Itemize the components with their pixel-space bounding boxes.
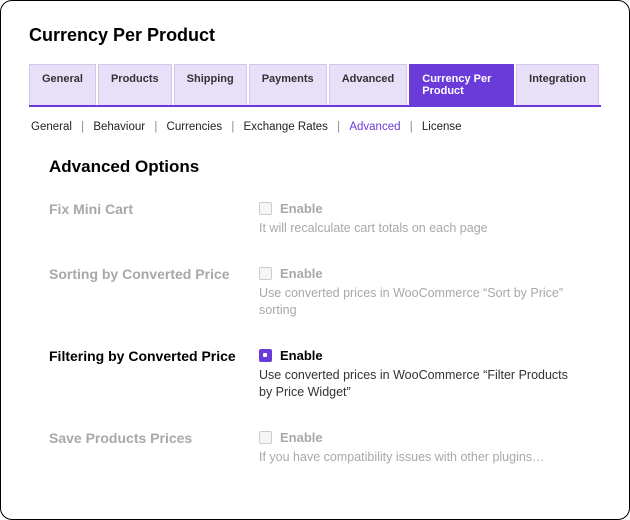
option-fix-mini-cart: Fix Mini Cart Enable It will recalculate… [49,201,601,238]
subnav: General | Behaviour | Currencies | Excha… [29,121,601,133]
option-sorting-converted-price: Sorting by Converted Price Enable Use co… [49,266,601,320]
page-title: Currency Per Product [29,25,601,46]
subnav-separator: | [154,121,157,133]
tab-payments[interactable]: Payments [249,64,327,105]
enable-label: Enable [280,266,323,281]
option-label: Filtering by Converted Price [49,348,259,364]
option-description: It will recalculate cart totals on each … [259,220,581,238]
option-filtering-converted-price: Filtering by Converted Price Enable Use … [49,348,601,402]
checkbox-fix-mini-cart[interactable] [259,202,272,215]
section-title: Advanced Options [49,157,601,177]
option-description: If you have compatibility issues with ot… [259,449,581,467]
subnav-license[interactable]: License [416,121,468,133]
checkbox-sorting-converted-price[interactable] [259,267,272,280]
tab-general[interactable]: General [29,64,96,105]
subnav-separator: | [337,121,340,133]
tab-advanced[interactable]: Advanced [329,64,408,105]
tab-currency-per-product[interactable]: Currency Per Product [409,64,514,105]
subnav-exchange-rates[interactable]: Exchange Rates [238,121,334,133]
checkbox-filtering-converted-price[interactable] [259,349,272,362]
tab-products[interactable]: Products [98,64,172,105]
subnav-currencies[interactable]: Currencies [161,121,229,133]
checkbox-save-products-prices[interactable] [259,431,272,444]
option-label: Fix Mini Cart [49,201,259,217]
enable-label: Enable [280,430,323,445]
subnav-separator: | [231,121,234,133]
option-description: Use converted prices in WooCommerce “Sor… [259,285,581,320]
subnav-separator: | [410,121,413,133]
subnav-behaviour[interactable]: Behaviour [87,121,151,133]
enable-label: Enable [280,201,323,216]
subnav-general[interactable]: General [31,121,78,133]
option-description: Use converted prices in WooCommerce “Fil… [259,367,581,402]
enable-label: Enable [280,348,323,363]
subnav-separator: | [81,121,84,133]
subnav-advanced[interactable]: Advanced [343,121,406,133]
tab-shipping[interactable]: Shipping [174,64,247,105]
option-label: Sorting by Converted Price [49,266,259,282]
tabs: General Products Shipping Payments Advan… [29,64,601,107]
option-save-products-prices: Save Products Prices Enable If you have … [49,430,601,467]
option-label: Save Products Prices [49,430,259,446]
tab-integration[interactable]: Integration [516,64,599,105]
